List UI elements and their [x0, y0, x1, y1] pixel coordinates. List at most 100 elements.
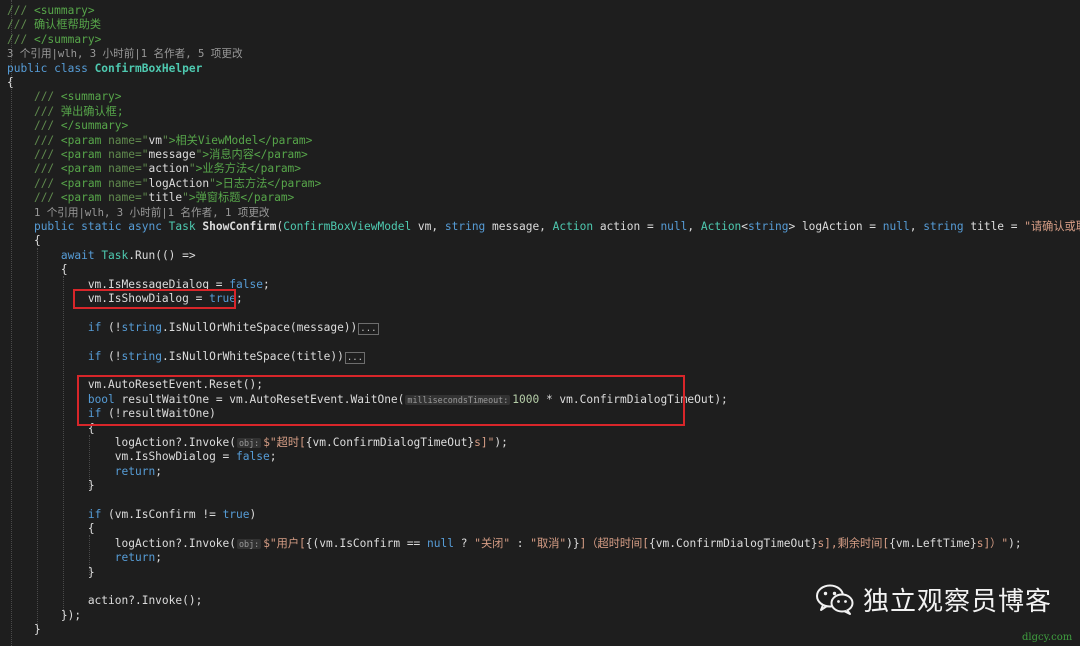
code-line[interactable] [0, 494, 7, 508]
code-line[interactable]: /// <param name="message">消息内容</param> [0, 148, 308, 162]
code-token: .IsNullOrWhiteSpace(message)) [161, 320, 358, 334]
code-line[interactable]: 3 个引用|wlh, 3 小时前|1 名作者, 5 项更改 [0, 47, 243, 61]
code-token: ; [236, 292, 243, 305]
code-line[interactable]: /// <param name="title">弹窗标题</param> [0, 191, 294, 205]
code-editor[interactable]: /// <summary>/// 确认框帮助类/// </summary> 3 个… [0, 0, 1080, 646]
code-line[interactable]: } [0, 566, 95, 580]
code-token: /// [33, 176, 61, 190]
watermark: 独立观察员博客 [815, 578, 1052, 620]
code-line[interactable]: /// <summary> [0, 4, 95, 18]
code-line[interactable]: { [0, 234, 41, 248]
code-token: } [7, 565, 95, 579]
code-token: ConfirmBoxHelper [94, 61, 203, 75]
code-token: $"用户[ [263, 536, 306, 550]
code-token: string [121, 349, 162, 363]
code-line[interactable]: }); [0, 609, 81, 623]
code-line[interactable] [0, 364, 7, 378]
code-token: title = [963, 220, 1025, 233]
code-token: if [87, 349, 102, 363]
code-line[interactable]: logAction?.Invoke(obj: $"超时[{vm.ConfirmDi… [0, 436, 508, 450]
code-token: 弹出确认框; [60, 104, 124, 118]
code-token: /// [33, 90, 61, 104]
code-line[interactable]: { [0, 522, 95, 536]
code-token: (! [101, 320, 122, 334]
wechat-icon [816, 584, 854, 615]
code-line[interactable]: /// <param name="action">业务方法</param> [0, 162, 301, 176]
codelens-reference[interactable]: 3 个引用|wlh, 3 小时前|1 名作者, 5 项更改 [7, 48, 243, 60]
code-line[interactable]: /// <summary> [0, 90, 122, 104]
code-token: <param [60, 176, 109, 190]
code-line[interactable]: /// </summary> [0, 119, 128, 133]
code-line[interactable]: { [0, 76, 14, 90]
code-line[interactable]: 1 个引用|wlh, 3 小时前|1 名作者, 1 项更改 [0, 206, 270, 220]
code-line[interactable]: /// </summary> [0, 33, 101, 47]
code-token: /// [33, 148, 61, 161]
code-line[interactable]: } [0, 479, 95, 493]
collapsed-region-button[interactable]: ... [344, 351, 366, 364]
code-token: name=" [108, 162, 149, 176]
code-token: false [236, 450, 270, 464]
code-line[interactable]: /// 弹出确认框; [0, 105, 124, 119]
code-line[interactable]: public class ConfirmBoxHelper [0, 62, 202, 76]
code-token: <param [60, 133, 109, 147]
code-token: action [148, 162, 189, 176]
code-line[interactable]: { [0, 263, 68, 277]
code-token: /// [33, 119, 61, 133]
code-token: logAction?.Invoke( [7, 436, 237, 449]
code-token: null [427, 536, 454, 550]
code-line[interactable]: /// <param name="vm">相关ViewModel</param> [0, 134, 312, 148]
code-line[interactable] [0, 306, 7, 320]
code-token: /// [33, 104, 61, 118]
code-token: <summary> [60, 90, 122, 104]
collapsed-region-button[interactable]: ... [358, 322, 379, 335]
code-token: message, [485, 220, 553, 233]
code-token: string [923, 220, 964, 233]
code-line[interactable]: return; [0, 551, 162, 565]
code-token: <summary> [33, 4, 95, 17]
code-line[interactable]: public static async Task ShowConfirm(Con… [0, 220, 1080, 234]
code-line[interactable]: if (!string.IsNullOrWhiteSpace(message))… [0, 321, 379, 335]
code-line[interactable]: action?.Invoke(); [0, 594, 203, 608]
code-token: title [148, 191, 183, 205]
code-token: : [510, 536, 531, 550]
code-token: </summary> [60, 119, 129, 133]
code-token: >消息内容</param> [202, 148, 308, 161]
code-token: } [7, 479, 95, 493]
code-token: string [444, 220, 486, 233]
code-token: >弹窗标题</param> [188, 191, 295, 205]
code-token: /// [33, 133, 61, 147]
code-line[interactable]: /// <param name="logAction">日志方法</param> [0, 177, 321, 191]
code-line[interactable]: return; [0, 465, 162, 479]
code-token: vm.IsShowDialog = [7, 450, 237, 464]
code-token: }); [7, 608, 82, 622]
code-line[interactable]: /// 确认框帮助类 [0, 18, 101, 32]
code-token: string [748, 220, 789, 233]
code-token: {vm.ConfirmDialogTimeOut} [649, 536, 818, 550]
code-line[interactable]: vm.IsShowDialog = false; [0, 450, 277, 464]
code-line[interactable] [0, 580, 7, 594]
code-token: " [161, 133, 169, 147]
code-line[interactable]: } [0, 623, 41, 637]
code-token: > logAction = [788, 220, 883, 233]
code-token: { [7, 76, 14, 89]
code-line[interactable]: if (vm.IsConfirm != true) [0, 508, 256, 522]
code-token: <param [60, 191, 109, 205]
code-token: ; [155, 551, 162, 565]
code-token: } [7, 623, 41, 637]
code-token: (! [101, 349, 122, 363]
code-line[interactable]: if (!string.IsNullOrWhiteSpace(title))..… [0, 349, 366, 364]
code-line[interactable]: logAction?.Invoke(obj: $"用户[{(vm.IsConfir… [0, 537, 1022, 551]
code-token: ); [494, 436, 508, 449]
code-line[interactable] [0, 335, 7, 349]
codelens-reference[interactable]: 1 个引用|wlh, 3 小时前|1 名作者, 1 项更改 [34, 207, 270, 219]
code-token: ; [269, 450, 277, 464]
code-token: Action [700, 220, 742, 233]
code-line[interactable]: await Task.Run(() => [0, 249, 196, 263]
